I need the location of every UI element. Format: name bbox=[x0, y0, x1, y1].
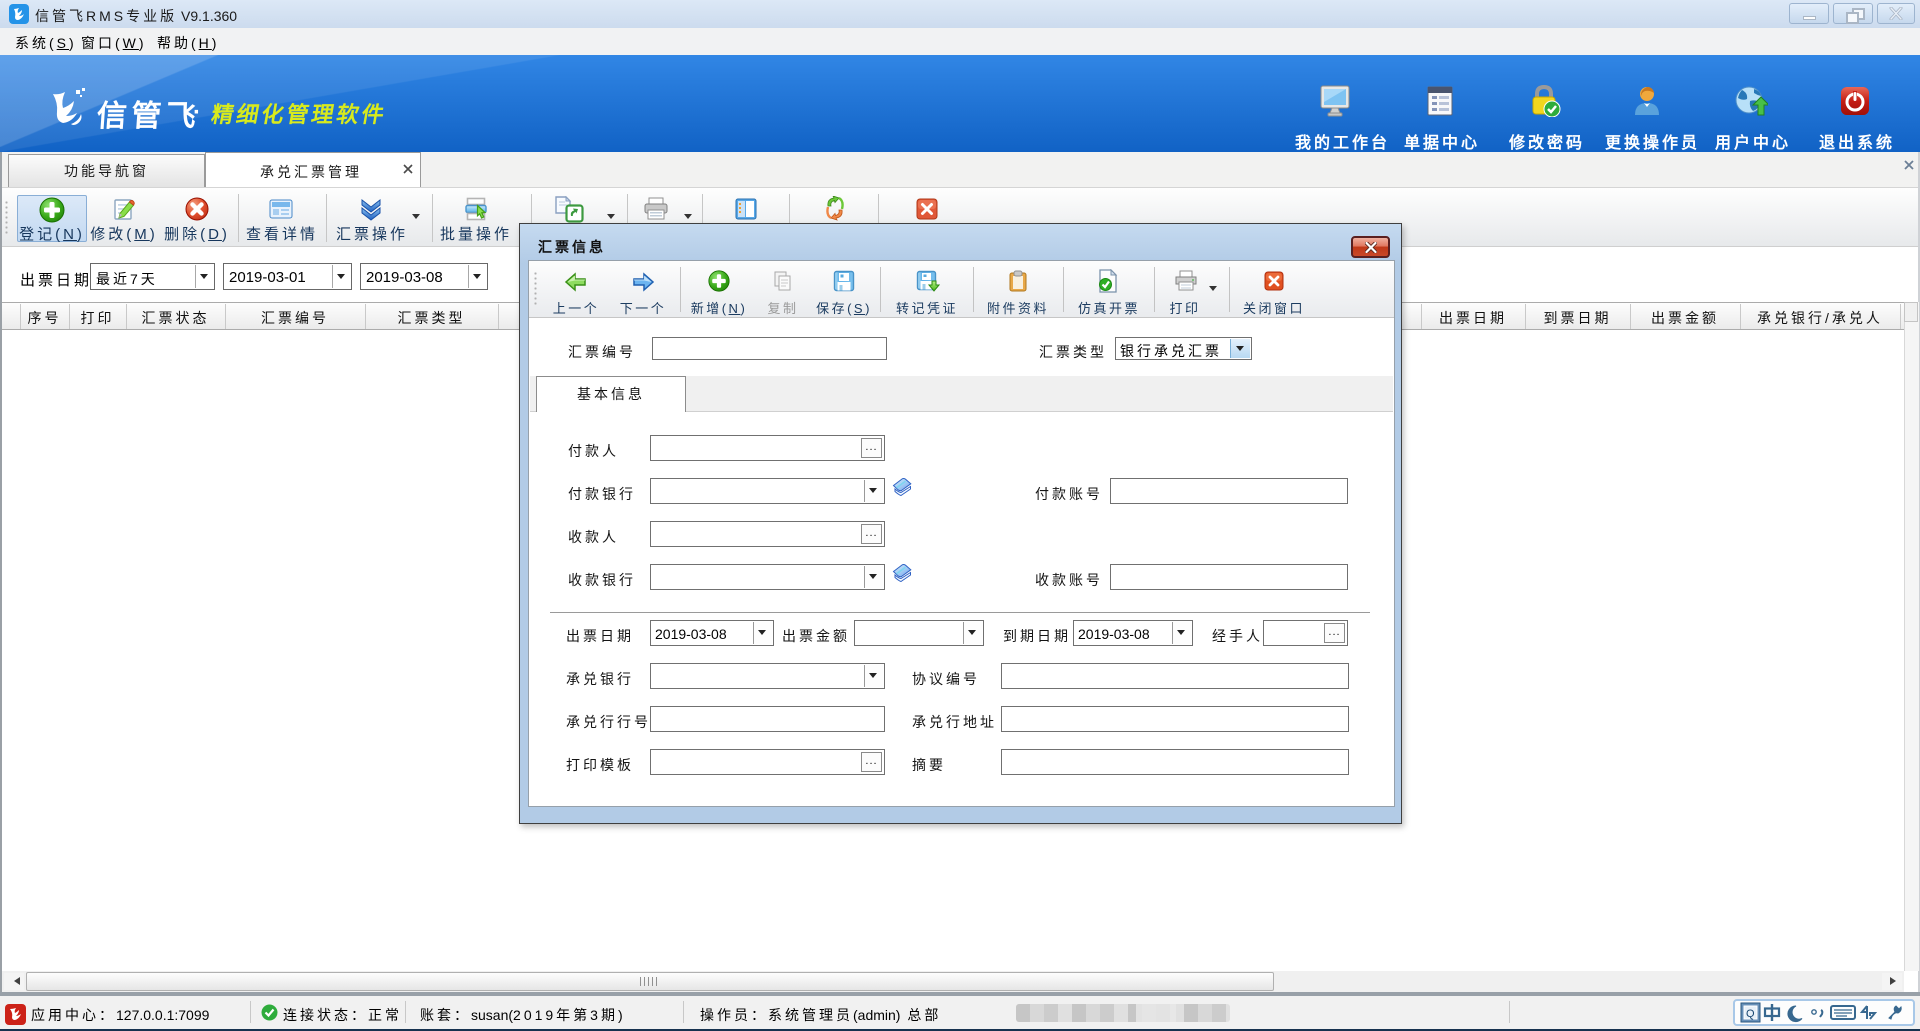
svg-text:Q: Q bbox=[1746, 1008, 1755, 1020]
